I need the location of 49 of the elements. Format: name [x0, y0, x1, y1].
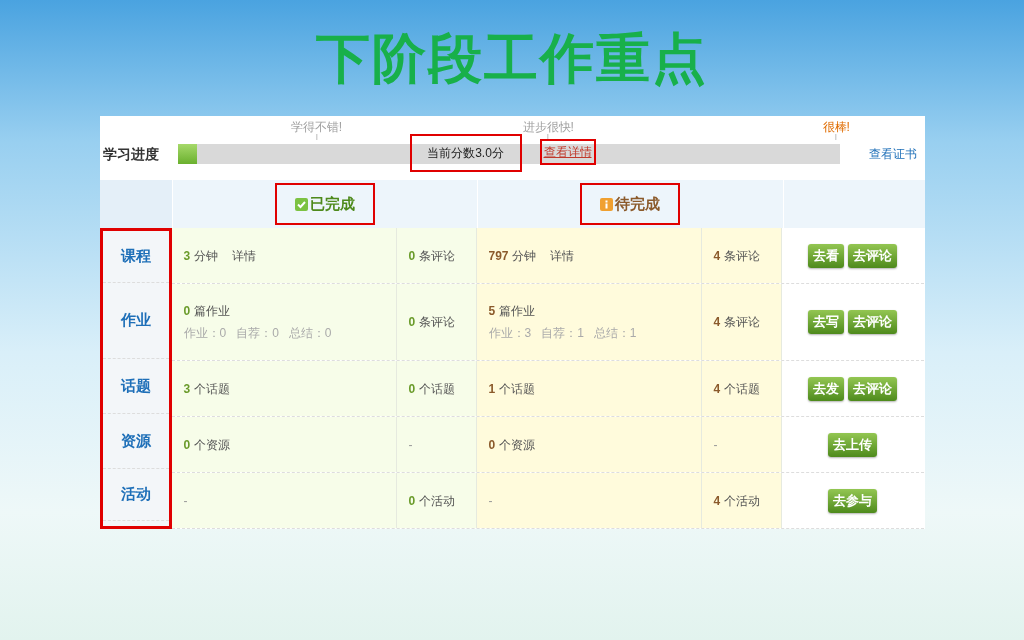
- category-label[interactable]: 课程: [120, 245, 151, 268]
- slide-title: 下阶段工作重点: [316, 27, 708, 90]
- category-label[interactable]: 资源: [120, 429, 151, 453]
- current-score: 当前分数3.0分: [409, 134, 522, 172]
- count-text: 1 个话题: [488, 380, 535, 398]
- view-certificate-link[interactable]: 查看证书: [868, 145, 917, 163]
- details-link[interactable]: 详情: [549, 246, 574, 265]
- group-header: 已完成: [274, 183, 375, 225]
- count-text: 3 分钟: [183, 247, 218, 265]
- details-link[interactable]: 详情: [231, 246, 256, 265]
- count-text: 4 个活动: [713, 492, 760, 510]
- group-header: 待完成: [580, 183, 680, 225]
- category-label[interactable]: 作业: [120, 309, 151, 332]
- info-icon: [600, 197, 613, 211]
- category-label[interactable]: 话题: [120, 374, 151, 398]
- action-button[interactable]: 去评论: [848, 310, 897, 334]
- count-text: 0 个资源: [488, 436, 535, 454]
- action-button[interactable]: 去评论: [848, 376, 897, 401]
- check-icon: [294, 197, 308, 211]
- count-text: 0 条评论: [408, 314, 455, 331]
- breakdown-text: 作业：0 自荐：0 总结：0: [183, 325, 333, 342]
- count-text: 0 个活动: [408, 492, 455, 510]
- count-text: 797 分钟: [488, 247, 536, 265]
- milestone-label: 学得不错!: [290, 120, 343, 134]
- empty-dash: -: [713, 436, 718, 454]
- count-text: 0 个资源: [183, 436, 230, 454]
- count-text: 0 个话题: [408, 380, 455, 398]
- count-text: 4 个话题: [713, 380, 760, 398]
- progress-label: 学习进度: [101, 144, 160, 164]
- count-text: 4 条评论: [713, 314, 760, 331]
- milestone-label: 很棒!: [822, 120, 850, 134]
- empty-dash: -: [183, 492, 188, 510]
- count-text: 5 篇作业: [488, 303, 535, 320]
- milestone-label: 进步很快!: [522, 120, 574, 134]
- count-text: 0 篇作业: [183, 303, 230, 320]
- action-button[interactable]: 去参与: [828, 488, 877, 513]
- breakdown-text: 作业：3 自荐：1 总结：1: [488, 325, 638, 342]
- count-text: 4 条评论: [713, 247, 760, 265]
- count-text: 3 个话题: [183, 380, 230, 398]
- empty-dash: -: [408, 436, 413, 454]
- action-button[interactable]: 去看: [808, 243, 844, 268]
- action-button[interactable]: 去上传: [828, 432, 877, 457]
- count-text: 0 条评论: [408, 247, 455, 265]
- action-button[interactable]: 去评论: [848, 243, 897, 268]
- empty-dash: -: [488, 492, 493, 510]
- category-label[interactable]: 活动: [120, 483, 151, 506]
- action-button[interactable]: 去发: [808, 376, 844, 401]
- view-details-link[interactable]: 查看详情: [539, 139, 596, 165]
- action-button[interactable]: 去写: [808, 310, 844, 334]
